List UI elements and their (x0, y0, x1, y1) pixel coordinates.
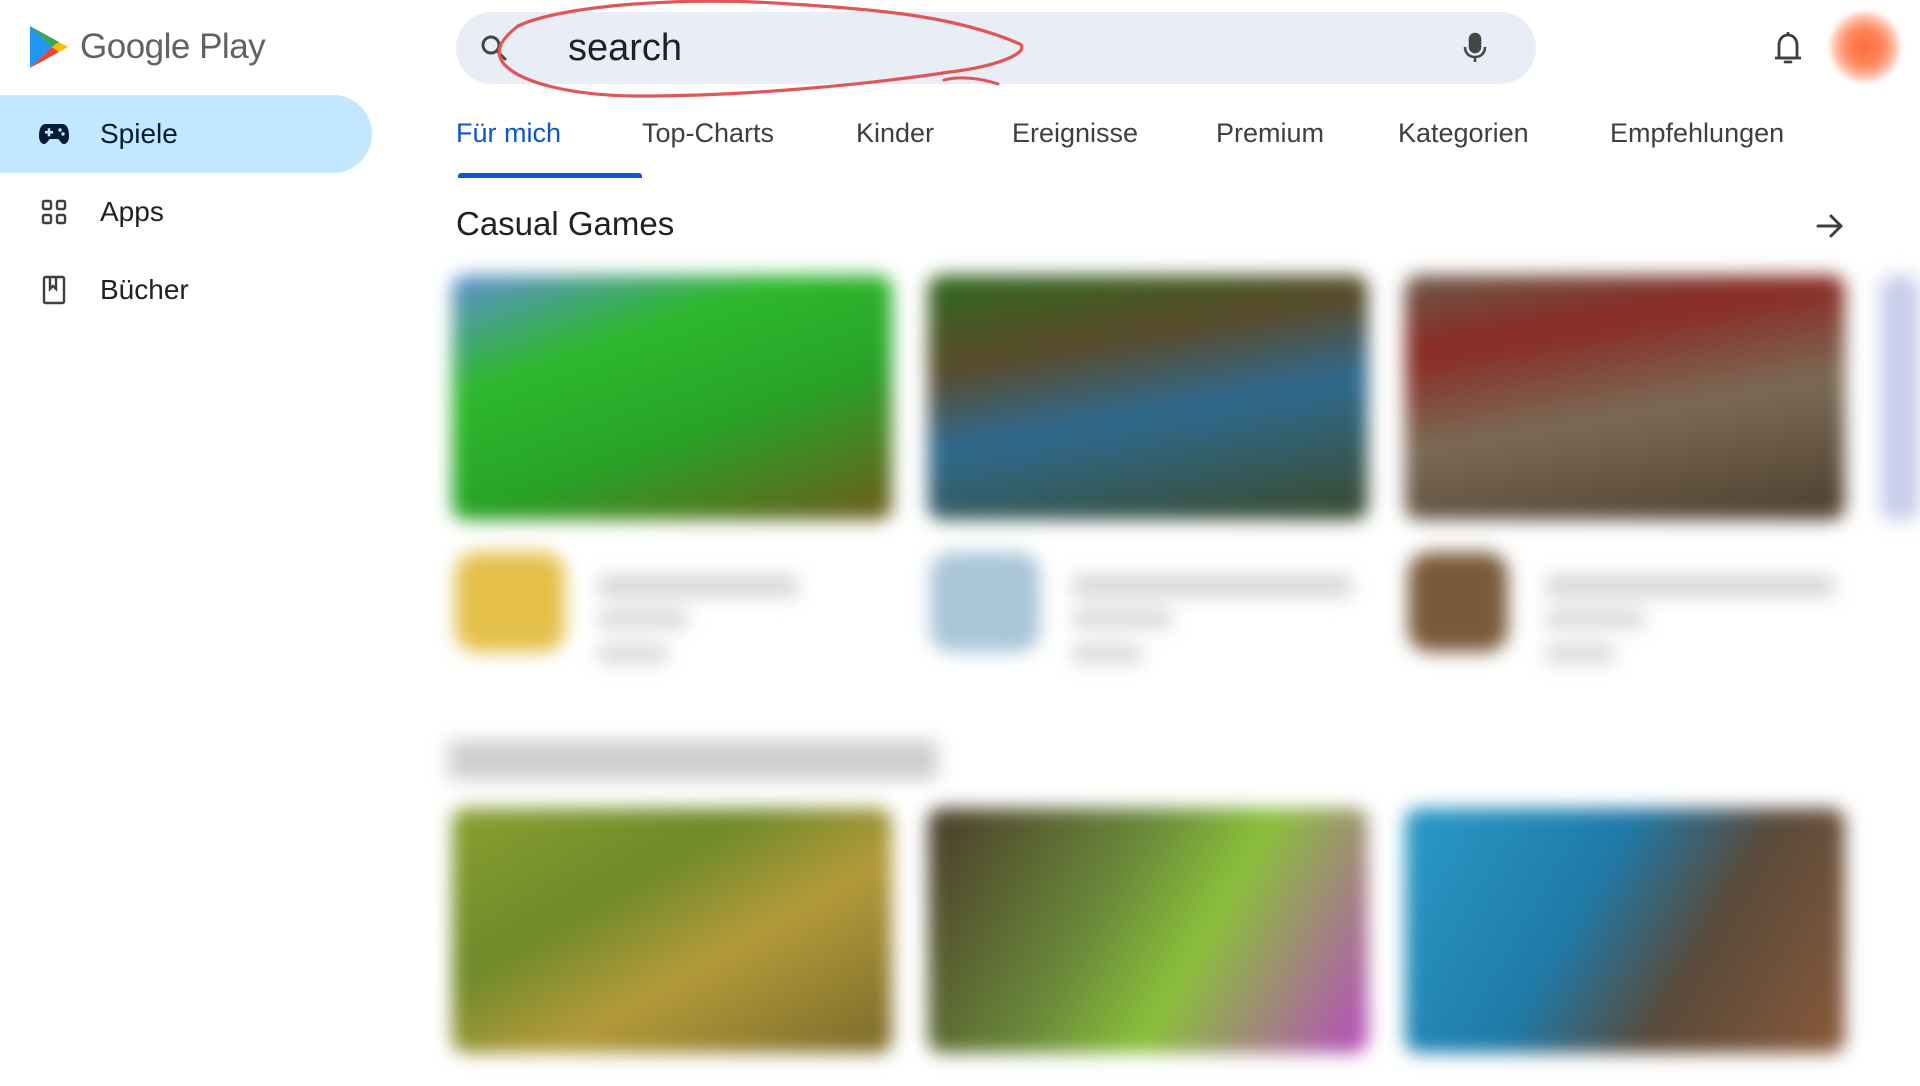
app-title-placeholder (1072, 575, 1352, 597)
app-rating-placeholder (598, 645, 668, 663)
app-icon[interactable] (1408, 552, 1508, 652)
game-card[interactable] (452, 808, 892, 1053)
app-rating-placeholder (1545, 610, 1645, 628)
sidebar-item-buecher[interactable]: Bücher (0, 251, 372, 329)
sidebar-item-apps[interactable]: Apps (0, 173, 372, 251)
avatar[interactable] (1830, 12, 1900, 82)
app-rating-placeholder (1072, 645, 1142, 663)
game-card[interactable] (928, 275, 1368, 520)
game-card[interactable] (1405, 808, 1845, 1053)
google-play-logo[interactable]: Google Play (28, 24, 266, 70)
game-card[interactable] (1880, 275, 1920, 520)
tab-ereignisse[interactable]: Ereignisse (1012, 112, 1216, 178)
sidebar-item-label: Spiele (100, 118, 178, 149)
arrow-right-icon[interactable] (1812, 208, 1848, 244)
tab-premium[interactable]: Premium (1216, 112, 1398, 178)
section-title-placeholder (448, 740, 938, 780)
search-bar[interactable] (456, 12, 1536, 84)
tab-fuer-mich[interactable]: Für mich (456, 112, 642, 178)
google-play-triangle-icon (30, 26, 68, 68)
sidebar-item-spiele[interactable]: Spiele (0, 95, 372, 173)
section-title[interactable]: Casual Games (456, 205, 674, 243)
microphone-icon[interactable] (1458, 31, 1492, 65)
search-input[interactable] (568, 24, 1368, 72)
app-rating-placeholder (1545, 645, 1615, 663)
app-icon[interactable] (930, 552, 1040, 652)
gamepad-icon (38, 118, 70, 150)
bookmark-book-icon (38, 274, 70, 306)
tab-empfehlungen[interactable]: Empfehlungen (1610, 112, 1800, 178)
game-card[interactable] (1405, 275, 1845, 520)
app-title-placeholder (1545, 575, 1835, 597)
app-rating-placeholder (598, 610, 688, 628)
app-icon[interactable] (455, 552, 565, 652)
sidebar-item-label: Apps (100, 196, 164, 227)
tab-kategorien[interactable]: Kategorien (1398, 112, 1610, 178)
sidebar-nav: Spiele Apps Bücher (0, 95, 372, 329)
brand-name: Google Play (80, 27, 266, 66)
tab-kinder[interactable]: Kinder (856, 112, 1012, 178)
category-tabs: Für mich Top-Charts Kinder Ereignisse Pr… (456, 112, 1800, 178)
apps-grid-icon (38, 196, 70, 228)
game-card[interactable] (452, 275, 892, 520)
search-icon[interactable] (478, 32, 510, 64)
notifications-bell-icon[interactable] (1770, 28, 1806, 68)
tab-top-charts[interactable]: Top-Charts (642, 112, 856, 178)
app-title-placeholder (598, 575, 798, 597)
app-rating-placeholder (1072, 610, 1172, 628)
sidebar-item-label: Bücher (100, 274, 189, 305)
game-card[interactable] (928, 808, 1368, 1053)
